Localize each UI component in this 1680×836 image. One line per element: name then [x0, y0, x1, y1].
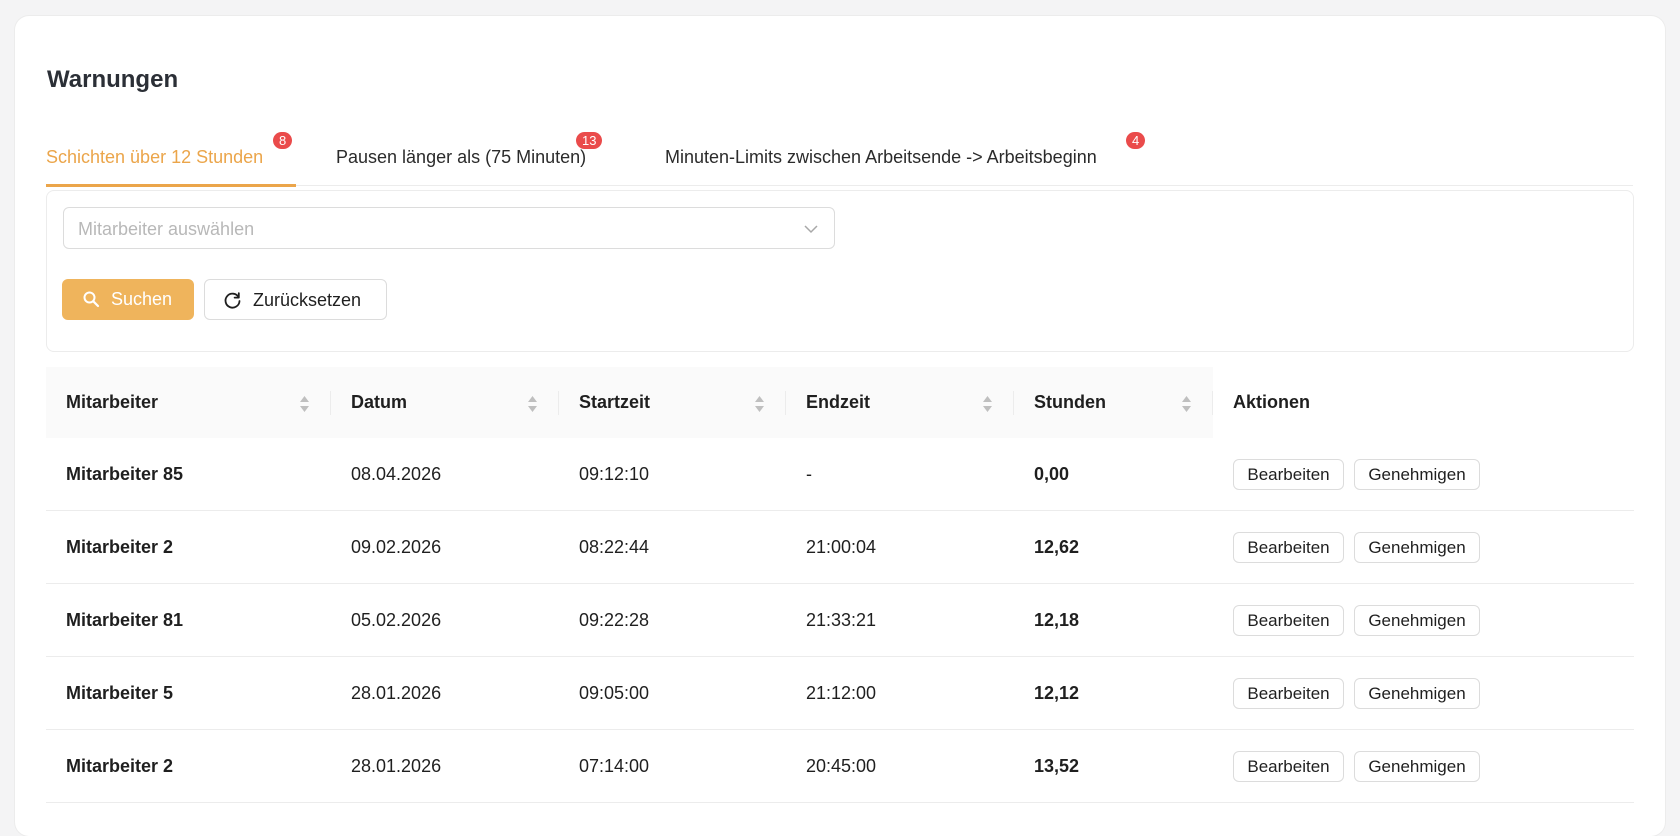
employee-select-placeholder: Mitarbeiter auswählen: [78, 219, 255, 239]
edit-button[interactable]: Bearbeiten: [1233, 605, 1344, 636]
table-header: Mitarbeiter Datum Startzeit Endzeit Stun…: [46, 367, 1634, 438]
table-row: Mitarbeiter 81 05.02.2026 09:22:28 21:33…: [46, 584, 1634, 657]
cell-start-time: 07:14:00: [579, 756, 650, 776]
column-header-label: Startzeit: [579, 392, 651, 412]
tab-bar: Schichten über 12 Stunden 8 Pausen länge…: [46, 124, 1633, 187]
tab-minute-limits[interactable]: Minuten-Limits zwischen Arbeitsende -> A…: [665, 124, 1146, 186]
search-icon: [83, 291, 100, 308]
table-row: Mitarbeiter 2 09.02.2026 08:22:44 21:00:…: [46, 511, 1634, 584]
cell-hours: 12,18: [1034, 610, 1080, 630]
sort-icon: [755, 396, 764, 412]
cell-start-time: 09:05:00: [579, 683, 650, 703]
table-row: Mitarbeiter 2 28.01.2026 07:14:00 20:45:…: [46, 730, 1634, 803]
column-header-label: Aktionen: [1233, 392, 1311, 412]
cell-employee: Mitarbeiter 81: [66, 610, 184, 630]
column-header-label: Datum: [351, 392, 408, 412]
count-badge: 13: [576, 132, 603, 149]
search-button[interactable]: Suchen: [62, 279, 194, 320]
cell-date: 08.04.2026: [351, 464, 442, 484]
edit-button[interactable]: Bearbeiten: [1233, 532, 1344, 563]
tab-label: Pausen länger als (75 Minuten): [336, 147, 587, 167]
count-badge: 4: [1126, 132, 1146, 149]
cell-hours: 13,52: [1034, 756, 1080, 776]
sort-icon: [528, 396, 537, 412]
edit-button[interactable]: Bearbeiten: [1233, 459, 1344, 490]
column-header-label: Endzeit: [806, 392, 871, 412]
cell-end-time: 21:00:04: [806, 537, 877, 557]
cell-hours: 0,00: [1034, 464, 1070, 484]
column-header-employee[interactable]: Mitarbeiter: [46, 367, 331, 438]
cell-start-time: 08:22:44: [579, 537, 650, 557]
cell-date: 05.02.2026: [351, 610, 442, 630]
page-title: Warnungen: [47, 66, 179, 93]
edit-button[interactable]: Bearbeiten: [1233, 751, 1344, 782]
count-badge: 8: [273, 132, 293, 149]
edit-button[interactable]: Bearbeiten: [1233, 678, 1344, 709]
table-row: Mitarbeiter 85 08.04.2026 09:12:10 - 0,0…: [46, 438, 1634, 511]
sort-icon: [983, 396, 992, 412]
cell-employee: Mitarbeiter 85: [66, 464, 184, 484]
cell-employee: Mitarbeiter 2: [66, 537, 174, 557]
cell-hours: 12,62: [1034, 537, 1080, 557]
tab-label: Minuten-Limits zwischen Arbeitsende -> A…: [665, 147, 1097, 167]
column-header-start-time[interactable]: Startzeit: [559, 367, 786, 438]
approve-button[interactable]: Genehmigen: [1354, 459, 1480, 490]
cell-end-time: -: [806, 464, 812, 484]
column-header-hours[interactable]: Stunden: [1014, 367, 1213, 438]
warnings-table: Mitarbeiter Datum Startzeit Endzeit Stun…: [46, 367, 1634, 803]
tab-shifts-over-12h[interactable]: Schichten über 12 Stunden 8: [46, 124, 296, 187]
cell-hours: 12,12: [1034, 683, 1080, 703]
cell-date: 09.02.2026: [351, 537, 442, 557]
chevron-down-icon: [804, 225, 818, 234]
cell-start-time: 09:12:10: [579, 464, 650, 484]
approve-button[interactable]: Genehmigen: [1354, 532, 1480, 563]
active-tab-indicator: [46, 184, 296, 187]
approve-button[interactable]: Genehmigen: [1354, 678, 1480, 709]
cell-employee: Mitarbeiter 2: [66, 756, 174, 776]
sort-icon: [1182, 396, 1191, 412]
column-header-actions: Aktionen: [1213, 367, 1634, 438]
cell-employee: Mitarbeiter 5: [66, 683, 174, 703]
column-header-end-time[interactable]: Endzeit: [786, 367, 1014, 438]
sort-icon: [300, 396, 309, 412]
cell-date: 28.01.2026: [351, 756, 442, 776]
approve-button[interactable]: Genehmigen: [1354, 751, 1480, 782]
filter-panel: Mitarbeiter auswählen: [46, 190, 1634, 352]
search-button-label: Suchen: [111, 289, 173, 309]
cell-date: 28.01.2026: [351, 683, 442, 703]
reload-icon: [224, 292, 241, 309]
table-row: Mitarbeiter 5 28.01.2026 09:05:00 21:12:…: [46, 657, 1634, 730]
approve-button[interactable]: Genehmigen: [1354, 605, 1480, 636]
column-header-date[interactable]: Datum: [331, 367, 559, 438]
cell-end-time: 20:45:00: [806, 756, 877, 776]
tab-long-breaks[interactable]: Pausen länger als (75 Minuten) 13: [336, 124, 603, 186]
tab-label: Schichten über 12 Stunden: [46, 147, 264, 167]
column-header-label: Stunden: [1034, 392, 1106, 412]
employee-select[interactable]: Mitarbeiter auswählen: [63, 207, 835, 249]
cell-end-time: 21:33:21: [806, 610, 877, 630]
cell-end-time: 21:12:00: [806, 683, 877, 703]
reset-button-label: Zurücksetzen: [253, 290, 362, 310]
reset-button[interactable]: Zurücksetzen: [204, 279, 387, 320]
cell-start-time: 09:22:28: [579, 610, 650, 630]
column-header-label: Mitarbeiter: [66, 392, 159, 412]
